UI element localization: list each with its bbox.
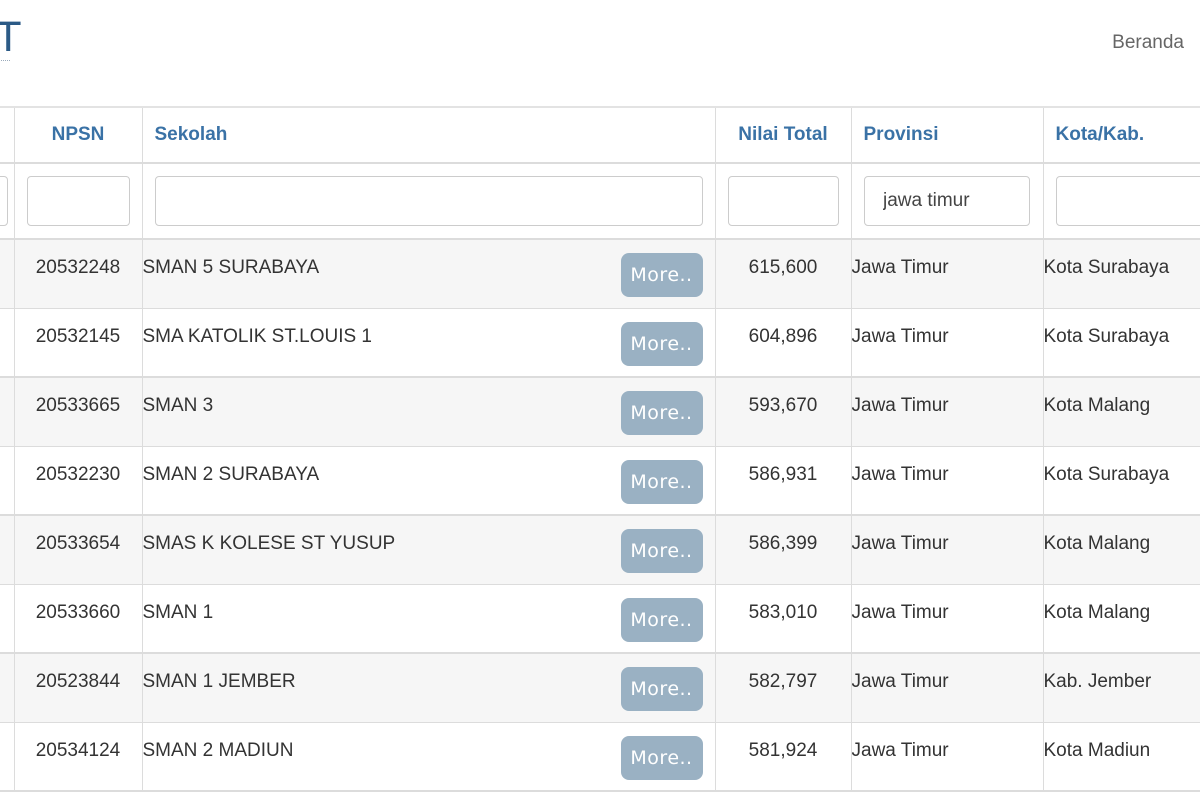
- filter-cell-rank: [0, 163, 15, 240]
- nilai-total-cell: 583,010: [715, 584, 852, 654]
- table-filter-row: [0, 163, 1200, 240]
- table-row: 20534124 SMAN 2 MADIUN More.. 581,924 Jawa T…: [0, 722, 1200, 792]
- more-details-button[interactable]: More..: [620, 253, 703, 297]
- sekolah-name: SMAS K KOLESE ST YUSUP: [142, 533, 396, 554]
- sekolah-cell: SMAN 2 MADIUN More..: [142, 722, 716, 792]
- table-row: 20532248 SMAN 5 SURABAYA More.. 615,600 Jawa…: [0, 239, 1200, 309]
- logo-letter: T: [0, 15, 21, 61]
- rank-cell: [0, 722, 15, 792]
- kota-kab-cell: Kota Malang: [1043, 584, 1200, 654]
- kota-kab-cell: Kota Surabaya: [1043, 446, 1200, 516]
- more-details-button[interactable]: More..: [620, 667, 703, 711]
- kota-kab-cell: Kab. Jember: [1043, 653, 1200, 723]
- rank-cell: [0, 584, 15, 654]
- column-header-nilai-total[interactable]: Nilai Total: [715, 106, 852, 164]
- sekolah-name: SMAN 1 JEMBER: [142, 671, 296, 692]
- table-row: 20523844 SMAN 1 JEMBER More.. 582,797 Jawa T…: [0, 653, 1200, 723]
- npsn-cell: 20532248: [14, 239, 143, 309]
- provinsi-cell: Jawa Timur: [851, 584, 1044, 654]
- rank-cell: [0, 515, 15, 585]
- sekolah-name: SMAN 5 SURABAYA: [142, 257, 320, 278]
- filter-cell-kota-kab: [1043, 163, 1200, 240]
- sekolah-cell: SMAN 1 More..: [142, 584, 716, 654]
- nilai-total-cell: 604,896: [715, 308, 852, 378]
- kota-kab-cell: Kota Malang: [1043, 377, 1200, 447]
- table-body: 20532248 SMAN 5 SURABAYA More.. 615,600 Jawa…: [0, 239, 1200, 792]
- nilai-total-cell: 581,924: [715, 722, 852, 792]
- kota-kab-filter-input[interactable]: [1055, 176, 1199, 226]
- npsn-cell: 20533660: [14, 584, 143, 654]
- provinsi-cell: Jawa Timur: [851, 377, 1044, 447]
- provinsi-cell: Jawa Timur: [851, 515, 1044, 585]
- nilai-total-cell: 586,399: [715, 515, 852, 585]
- provinsi-cell: Jawa Timur: [851, 446, 1044, 516]
- filter-cell-npsn: [14, 163, 143, 240]
- sekolah-name: SMA KATOLIK ST.LOUIS 1: [142, 325, 373, 347]
- npsn-filter-input[interactable]: [26, 176, 130, 226]
- npsn-cell: 20533665: [14, 377, 143, 447]
- more-details-button[interactable]: More..: [620, 321, 703, 366]
- rank-cell: [0, 239, 15, 309]
- nilai-total-cell: 615,600: [715, 239, 852, 309]
- more-details-button[interactable]: More..: [620, 597, 703, 642]
- column-header-provinsi[interactable]: Provinsi: [851, 106, 1044, 164]
- sekolah-cell: SMAN 5 SURABAYA More..: [142, 239, 716, 309]
- more-details-button[interactable]: More..: [620, 391, 703, 435]
- sekolah-cell: SMAN 2 SURABAYA More..: [142, 446, 716, 516]
- filter-cell-sekolah: [142, 163, 716, 240]
- table-row: 20533660 SMAN 1 More.. 583,010 Jawa Timur Kot…: [0, 584, 1200, 654]
- kota-kab-cell: Kota Surabaya: [1043, 239, 1200, 309]
- top-navbar: T Beranda: [0, 0, 1200, 106]
- sekolah-name: SMAN 2 SURABAYA: [142, 463, 320, 485]
- nilai-total-cell: 586,931: [715, 446, 852, 516]
- sekolah-cell: SMAN 3 More..: [142, 377, 716, 447]
- sekolah-cell: SMAN 1 JEMBER More..: [142, 653, 716, 723]
- rank-cell: [0, 653, 15, 723]
- npsn-cell: 20534124: [14, 722, 143, 792]
- nilai-total-filter-input[interactable]: [727, 176, 839, 226]
- provinsi-cell: Jawa Timur: [851, 653, 1044, 723]
- rank-cell: [0, 377, 15, 447]
- provinsi-cell: Jawa Timur: [851, 308, 1044, 378]
- sekolah-filter-input[interactable]: [154, 176, 703, 226]
- table-header-row: NPSN Sekolah Nilai Total Provinsi Kota/K…: [0, 106, 1200, 164]
- sekolah-cell: SMA KATOLIK ST.LOUIS 1 More..: [142, 308, 716, 378]
- sekolah-name: SMAN 2 MADIUN: [142, 739, 294, 761]
- kota-kab-cell: Kota Surabaya: [1043, 308, 1200, 378]
- table-row: 20533654 SMAS K KOLESE ST YUSUP More.. 586,…: [0, 515, 1200, 585]
- table-row: 20532230 SMAN 2 SURABAYA More.. 586,931 Jawa…: [0, 446, 1200, 516]
- kota-kab-cell: Kota Madiun: [1043, 722, 1200, 792]
- nilai-total-cell: 582,797: [715, 653, 852, 723]
- column-header-kota-kab[interactable]: Kota/Kab.: [1043, 106, 1200, 164]
- column-header-rank: [0, 106, 15, 164]
- logo-tagline-mark: [0, 60, 10, 65]
- provinsi-filter-input[interactable]: [864, 176, 1030, 226]
- kota-kab-cell: Kota Malang: [1043, 515, 1200, 585]
- more-details-button[interactable]: More..: [620, 459, 703, 504]
- more-details-button[interactable]: More..: [620, 735, 703, 780]
- site-logo[interactable]: T: [0, 18, 20, 68]
- nilai-total-cell: 593,670: [715, 377, 852, 447]
- npsn-cell: 20532230: [14, 446, 143, 516]
- filter-cell-nilai-total: [715, 163, 852, 240]
- rank-cell: [0, 446, 15, 516]
- sekolah-cell: SMAS K KOLESE ST YUSUP More..: [142, 515, 716, 585]
- rank-filter-input[interactable]: [0, 176, 8, 226]
- provinsi-cell: Jawa Timur: [851, 722, 1044, 792]
- rank-cell: [0, 308, 15, 378]
- provinsi-cell: Jawa Timur: [851, 239, 1044, 309]
- sekolah-name: SMAN 3: [142, 395, 214, 416]
- more-details-button[interactable]: More..: [620, 529, 703, 573]
- filter-cell-provinsi: [851, 163, 1044, 240]
- column-header-sekolah[interactable]: Sekolah: [142, 106, 716, 164]
- table-row: 20532145 SMA KATOLIK ST.LOUIS 1 More.. 604,…: [0, 308, 1200, 378]
- npsn-cell: 20532145: [14, 308, 143, 378]
- sekolah-name: SMAN 1: [142, 601, 214, 623]
- nav-link-beranda[interactable]: Beranda: [1112, 32, 1184, 54]
- npsn-cell: 20523844: [14, 653, 143, 723]
- table-row: 20533665 SMAN 3 More.. 593,670 Jawa Timur Kot…: [0, 377, 1200, 447]
- column-header-npsn[interactable]: NPSN: [14, 106, 143, 164]
- npsn-cell: 20533654: [14, 515, 143, 585]
- school-results-table: NPSN Sekolah Nilai Total Provinsi Kota/K…: [0, 106, 1200, 792]
